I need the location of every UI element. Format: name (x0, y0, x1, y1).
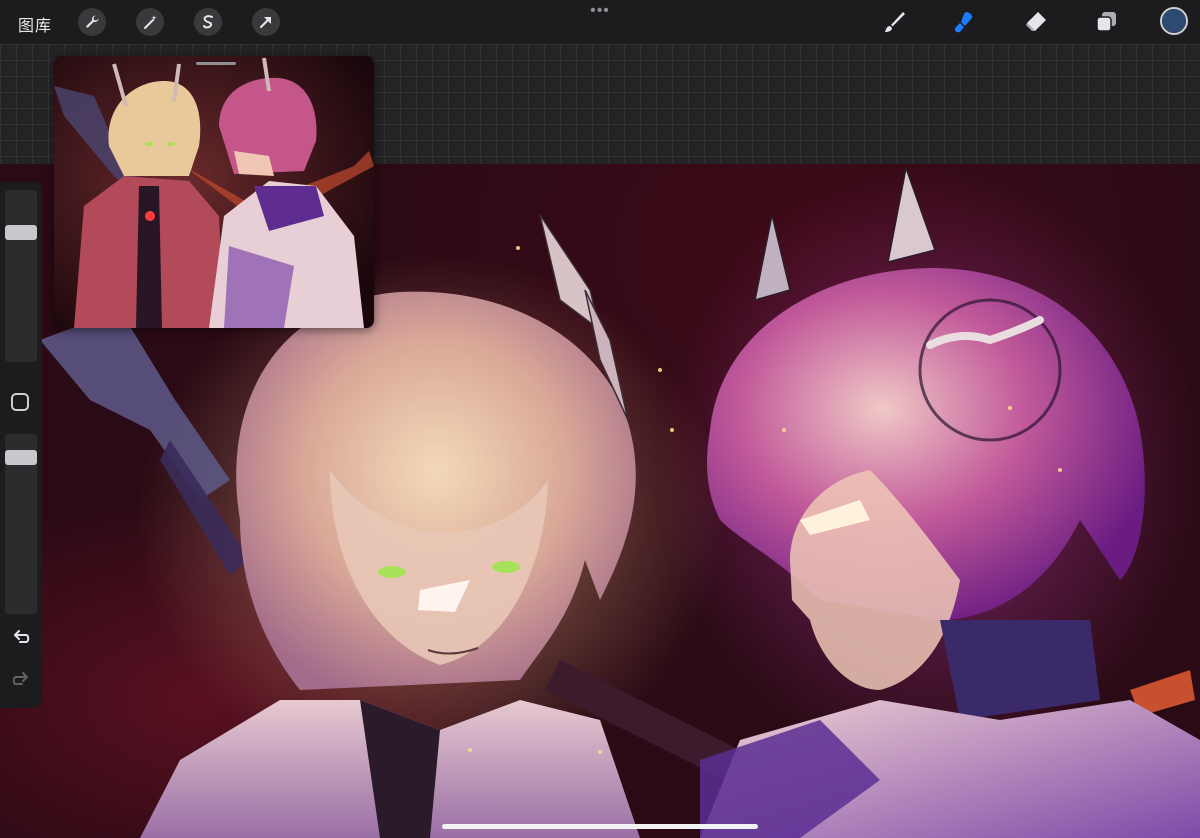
redo-button[interactable] (9, 668, 33, 692)
procreate-app: 图库 ••• (0, 0, 1200, 838)
smudge-tool-button[interactable] (950, 8, 978, 36)
more-options-button[interactable]: ••• (585, 3, 615, 19)
layers-icon (1096, 12, 1116, 32)
eraser-icon (1026, 12, 1046, 31)
redo-icon (12, 672, 28, 685)
adjustments-button[interactable] (136, 8, 164, 36)
brush-size-slider[interactable] (5, 190, 37, 362)
wrench-icon (86, 15, 99, 28)
smudge-icon (954, 12, 973, 33)
layers-button[interactable] (1092, 8, 1120, 36)
modify-button[interactable] (11, 393, 29, 411)
home-indicator[interactable] (442, 824, 758, 829)
reference-drag-handle[interactable] (196, 62, 236, 65)
scythe-blade (40, 310, 230, 500)
active-color-fill (1162, 9, 1186, 33)
actions-button[interactable] (78, 8, 106, 36)
top-toolbar: 图库 ••• (0, 0, 1200, 44)
left-sidebar (0, 182, 42, 708)
selection-icon (203, 15, 213, 29)
undo-button[interactable] (9, 626, 33, 650)
reference-thumbnail (54, 56, 374, 328)
reference-window[interactable] (54, 56, 374, 328)
selection-button[interactable] (194, 8, 222, 36)
gallery-button[interactable]: 图库 (18, 12, 52, 36)
undo-icon (14, 630, 30, 643)
opacity-thumb[interactable] (5, 450, 37, 465)
eraser-tool-button[interactable] (1022, 8, 1050, 36)
transform-button[interactable] (252, 8, 280, 36)
color-picker-button[interactable] (1160, 7, 1188, 35)
transform-arrow-icon (260, 17, 271, 28)
opacity-slider[interactable] (5, 434, 37, 614)
magic-wand-icon (144, 15, 157, 29)
brush-icon (885, 12, 905, 32)
brush-tool-button[interactable] (880, 8, 908, 36)
brush-size-thumb[interactable] (5, 225, 37, 240)
